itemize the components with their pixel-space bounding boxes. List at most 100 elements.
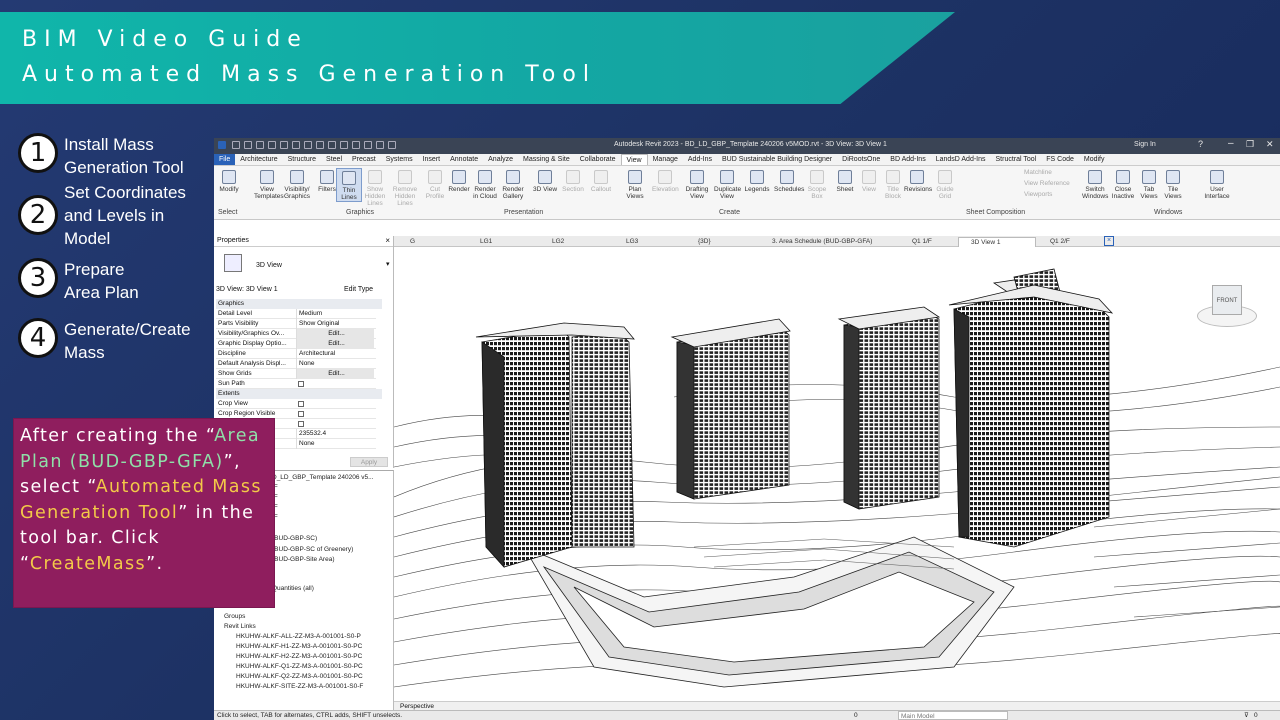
revisions-button[interactable]: Revisions bbox=[904, 168, 932, 193]
title-block-button[interactable]: Title Block bbox=[880, 168, 906, 200]
tab-annotate[interactable]: Annotate bbox=[445, 154, 483, 165]
thin-lines-button[interactable]: Thin Lines bbox=[336, 168, 362, 202]
redo-icon[interactable] bbox=[280, 141, 288, 149]
filter-icon[interactable]: ⊽ bbox=[1244, 711, 1249, 720]
instance-selector[interactable]: 3D View: 3D View 1 bbox=[216, 286, 278, 293]
tab-analyze[interactable]: Analyze bbox=[483, 154, 518, 165]
help-icon[interactable]: ? bbox=[1198, 139, 1203, 149]
close-views-icon[interactable]: × bbox=[1104, 236, 1114, 246]
sheet-button[interactable]: Sheet bbox=[832, 168, 858, 193]
schedules-button[interactable]: Schedules bbox=[774, 168, 804, 193]
tab-structral-tool[interactable]: Structral Tool bbox=[991, 154, 1042, 165]
scope-box-button[interactable]: Scope Box bbox=[804, 168, 830, 200]
property-row[interactable]: Discipline Architectural bbox=[216, 349, 376, 359]
chevron-down-icon[interactable]: ▾ bbox=[386, 260, 390, 268]
switch-windows-icon[interactable] bbox=[376, 141, 384, 149]
property-value[interactable]: None bbox=[296, 439, 374, 449]
tab-bd-add-ins[interactable]: BD Add-Ins bbox=[885, 154, 930, 165]
section-header[interactable]: Graphics bbox=[216, 299, 382, 309]
browser-item[interactable]: Quantities (all) bbox=[272, 585, 314, 592]
tab-steel[interactable]: Steel bbox=[321, 154, 347, 165]
checkbox[interactable] bbox=[298, 401, 304, 407]
tab-file[interactable]: File bbox=[214, 154, 236, 165]
print-icon[interactable] bbox=[292, 141, 300, 149]
view-tab[interactable]: LG3 bbox=[614, 237, 684, 247]
revit-link-item[interactable]: HKUHW-ALKF-Q2-ZZ-M3-A-001001-S0-PC bbox=[236, 673, 363, 680]
apply-button[interactable]: Apply bbox=[350, 457, 388, 467]
property-value[interactable]: Architectural bbox=[296, 349, 374, 359]
sheet-tool-view-reference[interactable]: View Reference bbox=[1024, 180, 1070, 187]
property-row[interactable]: Graphic Display Optio... Edit... bbox=[216, 339, 376, 349]
remove-hidden-lines-button[interactable]: Remove Hidden Lines bbox=[392, 168, 418, 207]
sign-in[interactable]: Sign In bbox=[1134, 141, 1156, 148]
property-value[interactable]: Edit... bbox=[296, 339, 374, 349]
property-value[interactable]: 235532.4 bbox=[296, 429, 374, 439]
tab-manage[interactable]: Manage bbox=[648, 154, 683, 165]
duplicate-view-button[interactable]: Duplicate View bbox=[714, 168, 741, 200]
property-row[interactable]: Crop View bbox=[216, 399, 376, 409]
close-icon[interactable]: ✕ bbox=[1266, 139, 1274, 150]
tab-architecture[interactable]: Architecture bbox=[235, 154, 282, 165]
close-palette-icon[interactable]: × bbox=[385, 236, 390, 245]
revit-link-item[interactable]: HKUHW-ALKF-H2-ZZ-M3-A-001001-S0-PC bbox=[236, 653, 362, 660]
tab-massing-site[interactable]: Massing & Site bbox=[518, 154, 575, 165]
user-interface-button[interactable]: User Interface bbox=[1204, 168, 1230, 200]
3d-view-icon[interactable] bbox=[328, 141, 336, 149]
property-row[interactable]: Default Analysis Displ... None bbox=[216, 359, 376, 369]
tab-systems[interactable]: Systems bbox=[381, 154, 418, 165]
tab-landsd-add-ins[interactable]: LandsD Add-Ins bbox=[931, 154, 991, 165]
plan-views-button[interactable]: Plan Views bbox=[622, 168, 648, 200]
property-row[interactable]: Show Grids Edit... bbox=[216, 369, 376, 379]
sheet-tool-matchline[interactable]: Matchline bbox=[1024, 169, 1052, 176]
tab-view[interactable]: View bbox=[620, 154, 648, 165]
checkbox[interactable] bbox=[298, 381, 304, 387]
property-row[interactable]: Visibility/Graphics Ov... Edit... bbox=[216, 329, 376, 339]
property-value[interactable]: Edit... bbox=[296, 329, 374, 339]
tab-modify[interactable]: Modify bbox=[1079, 154, 1110, 165]
minimize-icon[interactable]: – bbox=[1228, 138, 1234, 149]
revit-link-item[interactable]: HKUHW-ALKF-H1-ZZ-M3-A-001001-S0-PC bbox=[236, 643, 362, 650]
checkbox[interactable] bbox=[298, 411, 304, 417]
tab-dirootsone[interactable]: DiRootsOne bbox=[837, 154, 885, 165]
property-row[interactable]: Detail Level Medium bbox=[216, 309, 376, 319]
close-inactive-button[interactable]: Close Inactive bbox=[1110, 168, 1136, 200]
tab-fs-code[interactable]: FS Code bbox=[1041, 154, 1079, 165]
revit-link-item[interactable]: HKUHW-ALKF-Q1-ZZ-M3-A-001001-S0-PC bbox=[236, 663, 363, 670]
tab-collaborate[interactable]: Collaborate bbox=[575, 154, 621, 165]
browser-item[interactable]: Revit Links bbox=[224, 623, 256, 630]
3d-viewport[interactable]: FRONT bbox=[394, 247, 1280, 701]
measure-icon[interactable] bbox=[304, 141, 312, 149]
revit-link-item[interactable]: HKUHW-ALKF-SITE-ZZ-M3-A-001001-S0-F bbox=[236, 683, 363, 690]
3d-view-button[interactable]: 3D View bbox=[532, 168, 558, 193]
browser-root[interactable]: D_LD_GBP_Template 240206 v5... bbox=[272, 474, 374, 481]
modify-button[interactable]: Modify bbox=[216, 168, 242, 193]
section-icon[interactable] bbox=[340, 141, 348, 149]
dropdown-icon[interactable] bbox=[388, 141, 396, 149]
render-button[interactable]: Render bbox=[446, 168, 472, 193]
maximize-icon[interactable]: ❐ bbox=[1246, 139, 1254, 150]
callout-button[interactable]: Callout bbox=[588, 168, 614, 193]
view-button[interactable]: View bbox=[856, 168, 882, 193]
viewcube[interactable]: FRONT bbox=[1192, 277, 1262, 335]
property-row[interactable]: Parts Visibility Show Original bbox=[216, 319, 376, 329]
guide-grid-button[interactable]: Guide Grid bbox=[932, 168, 958, 200]
tab-structure[interactable]: Structure bbox=[283, 154, 321, 165]
property-row[interactable]: Sun Path bbox=[216, 379, 376, 389]
browser-item[interactable]: (BUD-GBP-Site Area) bbox=[272, 556, 335, 563]
text-icon[interactable] bbox=[316, 141, 324, 149]
section-header[interactable]: Extents bbox=[216, 389, 382, 399]
thin-lines-icon[interactable] bbox=[352, 141, 360, 149]
show-hidden-lines-button[interactable]: Show Hidden Lines bbox=[362, 168, 388, 207]
tab-insert[interactable]: Insert bbox=[418, 154, 446, 165]
revit-link-item[interactable]: HKUHW-ALKF-ALL-ZZ-M3-A-001001-S0-P bbox=[236, 633, 361, 640]
property-value[interactable]: Edit... bbox=[296, 369, 374, 379]
view-tab[interactable]: G bbox=[398, 237, 466, 247]
legends-button[interactable]: Legends bbox=[744, 168, 770, 193]
visibility-graphics-button[interactable]: Visibility/ Graphics bbox=[284, 168, 310, 200]
property-value[interactable]: Medium bbox=[296, 309, 374, 319]
view-tab[interactable]: LG2 bbox=[540, 237, 612, 247]
edit-type-button[interactable]: Edit Type bbox=[344, 286, 373, 293]
property-value[interactable]: Show Original bbox=[296, 319, 374, 329]
render-in-cloud-button[interactable]: Render in Cloud bbox=[472, 168, 498, 200]
property-value[interactable]: None bbox=[296, 359, 374, 369]
